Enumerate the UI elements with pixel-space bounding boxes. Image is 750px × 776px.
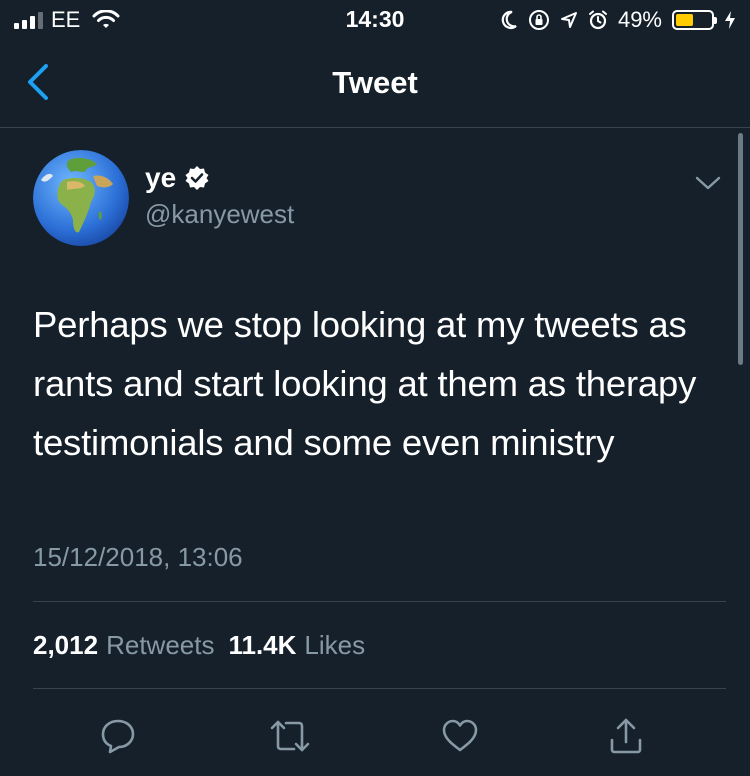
chevron-down-icon xyxy=(695,176,721,190)
status-right: 49% xyxy=(500,6,736,34)
status-bar: EE 14:30 49% xyxy=(0,0,750,40)
moon-icon xyxy=(500,10,518,30)
reply-button[interactable] xyxy=(94,712,142,760)
author-row[interactable]: ye xyxy=(145,162,210,194)
battery-fill xyxy=(676,14,693,26)
location-icon xyxy=(560,11,578,29)
like-button[interactable] xyxy=(436,712,484,760)
charging-icon xyxy=(724,10,736,30)
share-button[interactable] xyxy=(602,712,650,760)
author-name[interactable]: ye xyxy=(145,162,176,194)
nav-bar: Tweet xyxy=(0,40,750,128)
share-icon xyxy=(610,718,642,754)
action-bar xyxy=(0,712,750,760)
engagement-stats: 2,012 Retweets 11.4K Likes xyxy=(33,630,379,661)
retweets-label[interactable]: Retweets xyxy=(106,630,214,661)
avatar[interactable] xyxy=(33,150,129,246)
divider xyxy=(33,688,726,689)
orientation-lock-icon xyxy=(528,9,550,31)
tweet-timestamp: 15/12/2018, 13:06 xyxy=(33,542,243,572)
retweets-count[interactable]: 2,012 xyxy=(33,630,98,661)
retweet-button[interactable] xyxy=(266,712,314,760)
page-title: Tweet xyxy=(332,65,418,100)
globe-avatar-icon xyxy=(33,150,129,246)
alarm-icon xyxy=(588,10,608,30)
author-handle[interactable]: @kanyewest xyxy=(145,199,294,230)
like-icon xyxy=(442,719,478,752)
likes-count[interactable]: 11.4K xyxy=(228,630,296,661)
battery-percent: 49% xyxy=(617,7,662,32)
verified-badge-icon xyxy=(184,165,210,191)
tweet-menu-button[interactable] xyxy=(694,172,722,194)
retweet-icon xyxy=(270,720,310,752)
divider xyxy=(33,601,726,602)
tweet-text: Perhaps we stop looking at my tweets as … xyxy=(33,304,697,463)
reply-icon xyxy=(101,719,135,754)
scroll-indicator[interactable] xyxy=(738,133,743,365)
battery-icon xyxy=(672,10,717,30)
likes-label[interactable]: Likes xyxy=(304,630,365,661)
